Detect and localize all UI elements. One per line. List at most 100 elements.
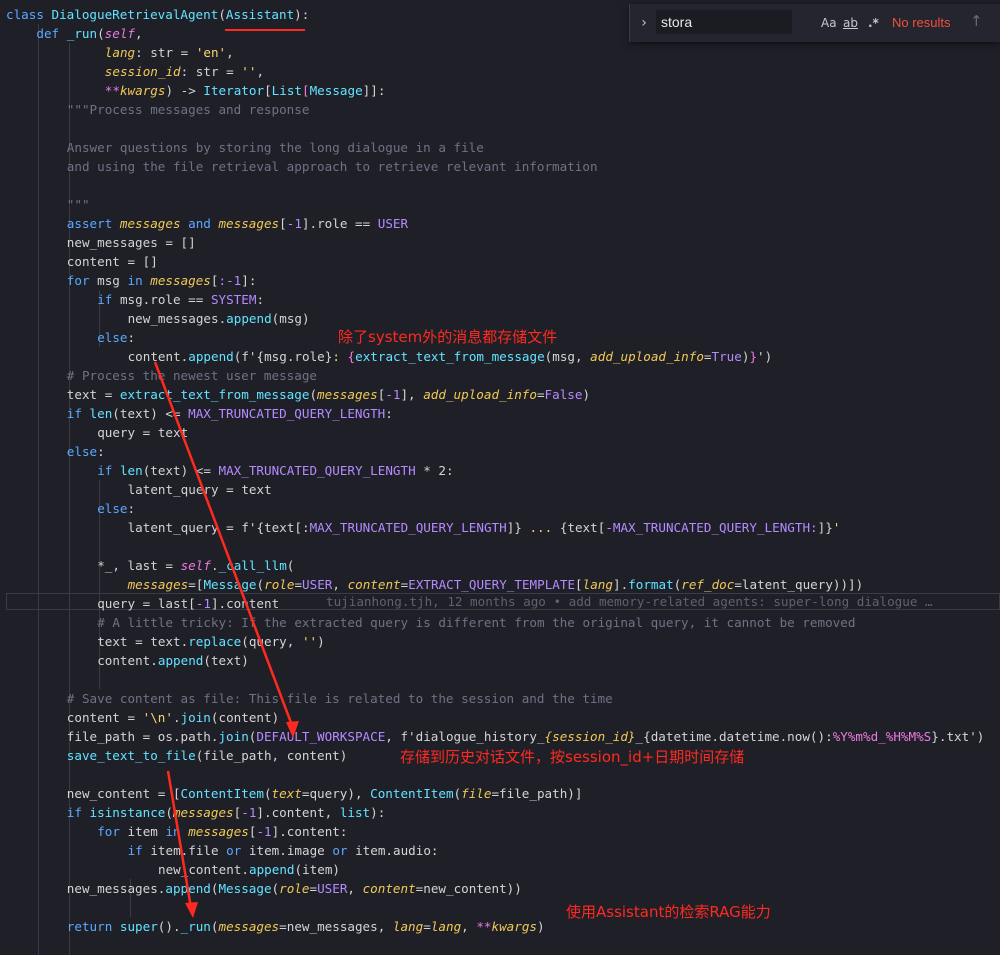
arrow-up-icon[interactable]: ↑ [970, 12, 983, 30]
code-token: item [127, 824, 166, 839]
code-token: extract_text_from_message [119, 387, 310, 402]
code-line[interactable]: save_text_to_file(file_path, content) [67, 746, 348, 765]
code-token: ]} [506, 520, 522, 535]
match-case-toggle[interactable]: Aa [821, 14, 837, 32]
code-token: [ [302, 83, 310, 98]
code-line[interactable]: for msg in messages[:-1]: [67, 271, 257, 290]
code-token: { [347, 349, 356, 364]
code-line[interactable]: # A little tricky: If the extracted quer… [97, 613, 855, 632]
whole-word-toggle[interactable]: ab [843, 14, 858, 32]
code-token: Message [309, 83, 363, 98]
code-line[interactable]: new_messages.append(msg) [128, 309, 310, 328]
code-line[interactable]: Answer questions by storing the long dia… [67, 138, 484, 157]
code-token: append [249, 862, 295, 877]
code-line[interactable]: else: [67, 442, 105, 461]
code-token: """ [66, 197, 90, 212]
code-line[interactable]: # Save content as file: This file is rel… [67, 689, 613, 708]
code-line[interactable]: content.append(f'{msg.role}: {extract_te… [128, 347, 773, 366]
code-line[interactable]: # Process the newest user message [67, 366, 317, 385]
code-line[interactable]: for item in messages[-1].content: [97, 822, 347, 841]
code-token: Iterator [203, 83, 265, 98]
code-line[interactable]: class DialogueRetrievalAgent(Assistant): [6, 5, 309, 24]
code-token: new_content = [ [66, 786, 181, 801]
code-line[interactable]: assert messages and messages[-1].role ==… [67, 214, 408, 233]
code-line[interactable]: new_messages.append(Message(role=USER, c… [67, 879, 522, 898]
code-line[interactable]: if msg.role == SYSTEM: [97, 290, 264, 309]
annotation-history-file: 存储到历史对话文件，按session_id+日期时间存储 [400, 748, 745, 766]
code-line[interactable]: latent_query = text [128, 480, 272, 499]
code-line[interactable]: if len(text) <= MAX_TRUNCATED_QUERY_LENG… [97, 461, 453, 480]
code-line[interactable]: """ [67, 195, 90, 214]
code-line[interactable]: text = extract_text_from_message(message… [67, 385, 590, 404]
code-token: _call_llm [218, 558, 287, 573]
code-token: -1 [286, 216, 302, 231]
code-line[interactable]: file_path = os.path.join(DEFAULT_WORKSPA… [67, 727, 985, 746]
code-line[interactable]: text = text.replace(query, '') [97, 632, 325, 651]
code-line[interactable]: else: [97, 328, 135, 347]
code-line[interactable]: content = '\n'.join(content) [67, 708, 279, 727]
code-token: (file_path, content) [195, 748, 348, 763]
code-line[interactable]: content.append(text) [97, 651, 249, 670]
code-token: assert [66, 216, 120, 231]
code-line[interactable]: *_, last = self._call_llm( [97, 556, 294, 575]
code-line[interactable]: query = text [97, 423, 188, 442]
code-line[interactable]: query = last[-1].content [97, 594, 279, 613]
code-line[interactable]: content = [] [67, 252, 158, 271]
regex-toggle[interactable]: .* [868, 14, 879, 32]
code-line[interactable]: else: [97, 499, 135, 518]
code-token: , [256, 64, 265, 79]
code-token: ].role == [301, 216, 378, 231]
code-token: if [127, 843, 151, 858]
code-token: , f'dialogue_history_ [385, 729, 545, 744]
code-line[interactable]: **kwargs) -> Iterator[List[Message]]: [105, 81, 386, 100]
code-token: append [165, 881, 211, 896]
code-token: [ [264, 83, 272, 98]
code-token: =file_path)] [491, 786, 583, 801]
code-token: (item) [294, 862, 341, 877]
code-token: ( [453, 786, 462, 801]
code-line[interactable]: and using the file retrieval approach to… [67, 157, 598, 176]
code-line[interactable]: new_messages = [] [67, 233, 196, 252]
code-line[interactable]: if item.file or item.image or item.audio… [128, 841, 439, 860]
code-token: = [536, 387, 545, 402]
code-token: super [119, 919, 158, 934]
code-line[interactable]: new_content = [ContentItem(text=query), … [67, 784, 583, 803]
find-input[interactable] [656, 10, 792, 34]
code-token: session_id [104, 64, 181, 79]
code-line[interactable]: new_content.append(item) [158, 860, 340, 879]
chevron-right-icon[interactable]: › [636, 14, 652, 32]
code-line[interactable]: lang: str = 'en', [105, 43, 234, 62]
code-token: new_content. [158, 862, 249, 877]
code-token: USER [302, 577, 333, 592]
find-result-status: No results [892, 15, 951, 30]
code-token: file [461, 786, 492, 801]
code-token: else [97, 501, 128, 516]
code-token: EXTRACT_QUERY_TEMPLATE [408, 577, 576, 592]
annotation-store-non-system: 除了system外的消息都存储文件 [338, 328, 558, 346]
code-line[interactable]: session_id: str = '', [105, 62, 264, 81]
code-token: Message [218, 881, 272, 896]
git-blame-annotation: tujianhong.tjh, 12 months ago • add memo… [326, 594, 933, 609]
code-token: (text) <= [142, 463, 219, 478]
code-line[interactable]: """Process messages and response [67, 100, 310, 119]
code-token: add_upload_info [590, 349, 704, 364]
code-token: # Process the newest user message [66, 368, 318, 383]
code-token: ** [104, 83, 120, 98]
code-token: '\n' [142, 710, 173, 725]
code-token: * 2: [415, 463, 454, 478]
code-token: append [226, 311, 272, 326]
code-line[interactable]: if isinstance(messages[-1].content, list… [67, 803, 386, 822]
code-line[interactable]: def _run(self, [36, 24, 142, 43]
code-token: Assistant [225, 7, 295, 22]
code-token: (msg, [544, 349, 591, 364]
code-token: = [309, 881, 318, 896]
code-token: , [461, 919, 477, 934]
code-line[interactable]: return super()._run(messages=new_message… [67, 917, 545, 936]
code-token: -1 [195, 596, 211, 611]
code-editor[interactable]: class DialogueRetrievalAgent(Assistant):… [0, 0, 1000, 955]
code-token: replace [188, 634, 242, 649]
code-token: append [157, 653, 204, 668]
code-line[interactable]: latent_query = f'{text[:MAX_TRUNCATED_QU… [128, 518, 841, 537]
code-line[interactable]: if len(text) <= MAX_TRUNCATED_QUERY_LENG… [67, 404, 393, 423]
code-token: (f' [233, 349, 257, 364]
